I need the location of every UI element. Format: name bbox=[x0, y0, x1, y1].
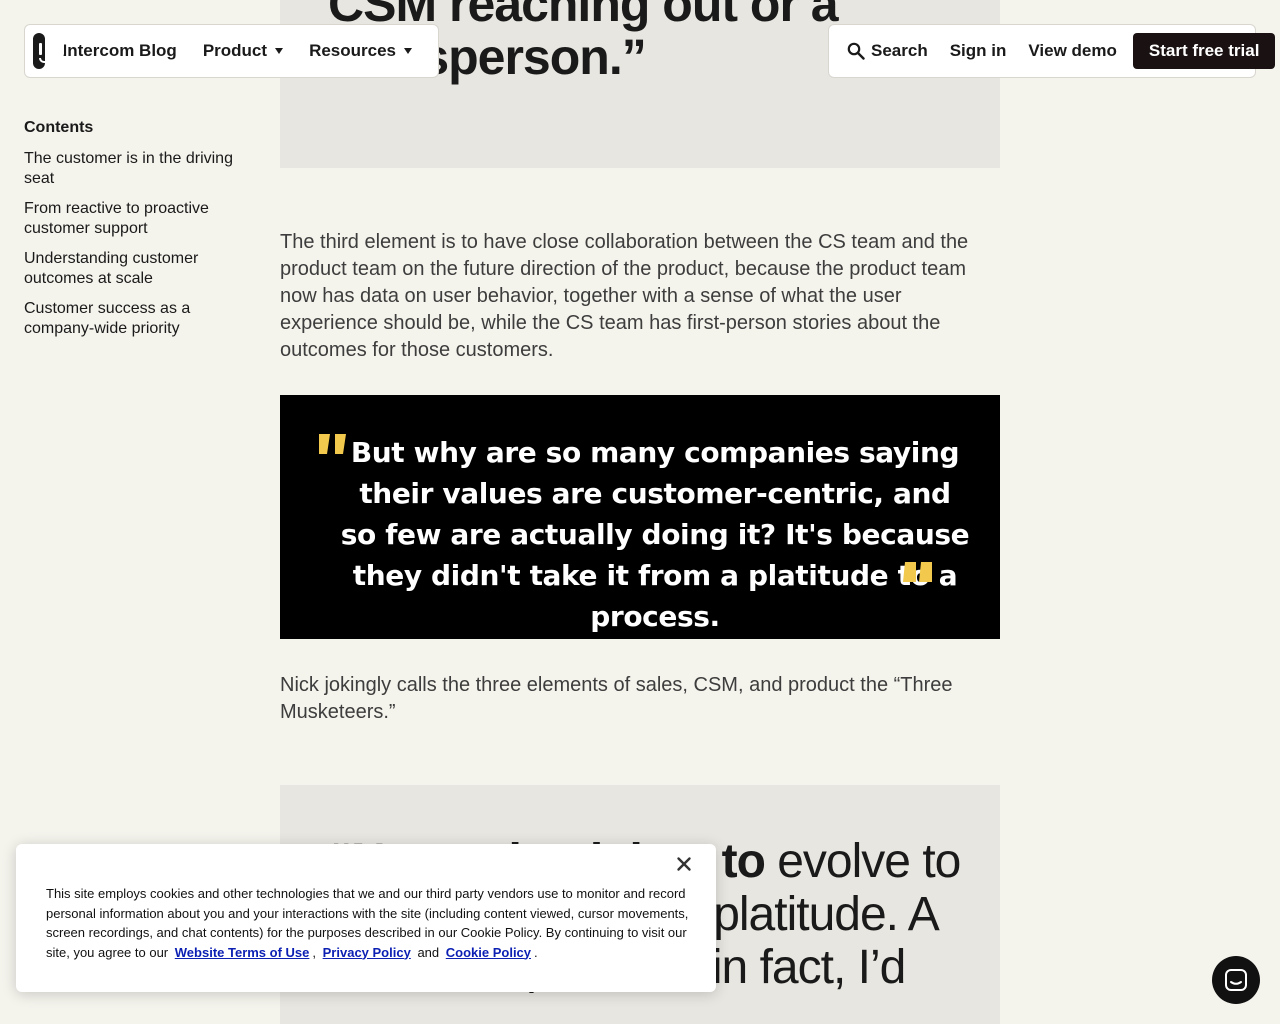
close-quote-icon bbox=[903, 562, 932, 582]
product-menu[interactable]: Product bbox=[202, 41, 284, 61]
toc-item-customer-outcomes[interactable]: Understanding customer outcomes at scale bbox=[24, 249, 244, 289]
caret-down-icon bbox=[275, 48, 284, 54]
start-free-trial-button[interactable]: Start free trial bbox=[1132, 33, 1276, 69]
search-button[interactable]: Search bbox=[847, 41, 928, 61]
cookie-sep: , bbox=[312, 944, 317, 960]
toc-item-company-priority[interactable]: Customer success as a company-wide prior… bbox=[24, 299, 244, 339]
article-paragraph: The third element is to have close colla… bbox=[280, 231, 969, 361]
close-icon[interactable] bbox=[676, 856, 692, 872]
resources-menu-label: Resources bbox=[309, 41, 396, 60]
search-icon bbox=[847, 42, 865, 60]
table-of-contents: Contents The customer is in the driving … bbox=[24, 118, 244, 349]
cookie-banner: This site employs cookies and other tech… bbox=[16, 844, 716, 992]
intercom-logo-icon[interactable] bbox=[33, 33, 64, 69]
secondary-nav: Search Sign in View demo Start free tria… bbox=[828, 24, 1276, 78]
resources-menu[interactable]: Resources bbox=[309, 41, 412, 61]
cookie-text-block: This site employs cookies and other tech… bbox=[46, 884, 696, 962]
search-label: Search bbox=[871, 41, 928, 60]
primary-nav: Intercom Blog Product Resources bbox=[24, 24, 439, 78]
toc-item-driving-seat[interactable]: The customer is in the driving seat bbox=[24, 149, 244, 189]
cookie-policy-link[interactable]: Cookie Policy bbox=[446, 945, 531, 960]
article-paragraph: Nick jokingly calls the three elements o… bbox=[280, 674, 953, 723]
cookie-and: and bbox=[417, 944, 440, 960]
caret-down-icon bbox=[404, 48, 412, 54]
toc-title: Contents bbox=[24, 119, 94, 136]
view-demo-link[interactable]: View demo bbox=[1028, 41, 1117, 61]
terms-of-use-link[interactable]: Website Terms of Use bbox=[175, 945, 310, 960]
quote-card-image: But why are so many companies saying the… bbox=[280, 395, 1000, 639]
privacy-policy-link[interactable]: Privacy Policy bbox=[323, 945, 411, 960]
toc-item-proactive-support[interactable]: From reactive to proactive customer supp… bbox=[24, 199, 244, 239]
blog-home-link[interactable]: Intercom Blog bbox=[63, 41, 177, 61]
cookie-end: . bbox=[534, 944, 538, 960]
chat-launcher-button[interactable] bbox=[1212, 956, 1260, 1004]
quote-card-text: But why are so many companies saying the… bbox=[340, 436, 970, 633]
sign-in-link[interactable]: Sign in bbox=[950, 41, 1007, 61]
chat-icon bbox=[1225, 969, 1247, 991]
product-menu-label: Product bbox=[202, 41, 268, 60]
